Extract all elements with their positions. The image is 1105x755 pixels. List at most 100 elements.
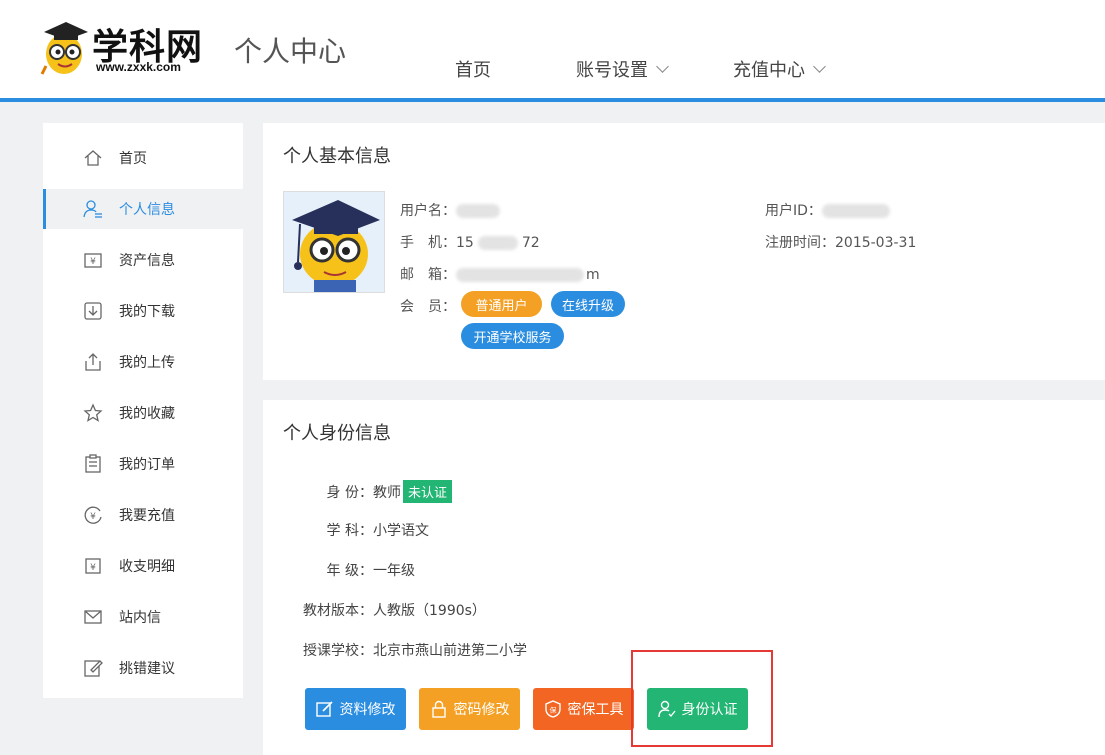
school-service-button[interactable]: 开通学校服务: [461, 323, 564, 349]
sidebar-item-label: 我的收藏: [119, 406, 175, 422]
mail-icon: [83, 607, 103, 627]
upgrade-button[interactable]: 在线升级: [551, 291, 625, 317]
username-redacted: [456, 204, 500, 218]
userid-row: 用户ID：: [765, 200, 890, 220]
grade-value: 一年级: [373, 563, 415, 579]
phone-row: 手 机：15 72: [400, 232, 540, 252]
edit-icon: [83, 658, 103, 678]
mascot-logo-icon: [40, 22, 88, 75]
sidebar-item-messages[interactable]: 站内信: [43, 597, 243, 637]
chevron-down-icon: [813, 60, 826, 73]
sidebar-item-label: 我的上传: [119, 355, 175, 371]
sidebar-item-ledger[interactable]: ¥ 收支明细: [43, 546, 243, 586]
sidebar-item-label: 首页: [119, 151, 147, 167]
grade-row: 年 级：一年级: [303, 560, 415, 580]
sidebar-item-label: 我的订单: [119, 457, 175, 473]
avatar[interactable]: [283, 191, 385, 293]
change-password-button[interactable]: 密码修改: [419, 688, 520, 730]
email-row: 邮 箱： m: [400, 264, 600, 284]
nav-account-label: 账号设置: [576, 60, 648, 81]
subject-value: 小学语文: [373, 523, 429, 539]
member-label: 会 员：: [400, 299, 456, 315]
userid-label: 用户ID：: [765, 203, 822, 219]
sidebar-item-orders[interactable]: 我的订单: [43, 444, 243, 484]
unverified-badge: 未认证: [403, 480, 453, 503]
basic-info-title: 个人基本信息: [283, 146, 391, 167]
sidebar-item-label: 挑错建议: [119, 661, 175, 677]
sidebar-item-label: 资产信息: [119, 253, 175, 269]
top-header: 学科网 www.zxxk.com 个人中心 首页 账号设置 充值中心: [0, 0, 1105, 98]
nav-account-settings[interactable]: 账号设置: [576, 56, 669, 82]
sidebar-item-label: 个人信息: [119, 202, 175, 218]
header-accent-line: [0, 98, 1105, 102]
ledger-icon: ¥: [83, 556, 103, 576]
nav-recharge-label: 充值中心: [733, 60, 805, 81]
subject-key: 学 科：: [326, 523, 373, 539]
svg-text:¥: ¥: [90, 512, 96, 522]
chevron-down-icon: [656, 60, 669, 73]
regtime-label: 注册时间：: [765, 235, 835, 251]
sidebar-item-recharge[interactable]: ¥ 我要充值: [43, 495, 243, 535]
member-row: 会 员：: [400, 296, 456, 316]
email-end: m: [586, 267, 600, 283]
nav-home-label: 首页: [455, 60, 491, 81]
regtime-row: 注册时间：2015-03-31: [765, 232, 916, 252]
phone-start: 15: [456, 235, 474, 251]
subject-row: 学 科：小学语文: [303, 520, 429, 540]
shield-icon: 保: [544, 700, 561, 718]
logo-url: www.zxxk.com: [96, 60, 181, 74]
svg-text:保: 保: [549, 706, 556, 715]
phone-end: 72: [521, 235, 540, 251]
textbook-value: 人教版（1990s）: [373, 603, 486, 619]
regtime-value: 2015-03-31: [835, 235, 917, 251]
mascot-avatar-icon: [284, 192, 384, 292]
recharge-icon: ¥: [83, 505, 103, 525]
username-label: 用户名：: [400, 203, 456, 219]
textbook-row: 教材版本：人教版（1990s）: [303, 600, 486, 620]
identity-key: 身 份：: [326, 485, 373, 501]
security-tool-label: 密保工具: [567, 702, 624, 718]
home-icon: [83, 148, 103, 168]
identity-value: 教师: [373, 485, 401, 501]
nav-home[interactable]: 首页: [455, 56, 491, 82]
security-tool-button[interactable]: 保 密保工具: [533, 688, 634, 730]
edit-icon: [315, 701, 333, 717]
sidebar-item-feedback[interactable]: 挑错建议: [43, 648, 243, 688]
upload-icon: [83, 352, 103, 372]
page-title: 个人中心: [234, 35, 347, 68]
sidebar-item-favorites[interactable]: 我的收藏: [43, 393, 243, 433]
lock-icon: [431, 700, 446, 718]
user-icon: [83, 199, 103, 219]
sidebar: 首页 个人信息 ¥ 资产信息 我的下载 我的上传 我的收藏 我的订单 ¥ 我要充…: [43, 123, 243, 698]
sidebar-item-label: 站内信: [119, 610, 161, 626]
nav-recharge-center[interactable]: 充值中心: [733, 56, 826, 82]
svg-text:¥: ¥: [90, 257, 96, 267]
userid-redacted: [821, 204, 890, 218]
phone-redacted: [477, 236, 518, 250]
download-icon: [83, 301, 103, 321]
sidebar-item-label: 我的下载: [119, 304, 175, 320]
textbook-key: 教材版本：: [303, 603, 373, 619]
sidebar-item-downloads[interactable]: 我的下载: [43, 291, 243, 331]
sidebar-item-home[interactable]: 首页: [43, 138, 243, 178]
username-row: 用户名：: [400, 200, 500, 220]
order-icon: [83, 454, 103, 474]
edit-profile-label: 资料修改: [339, 702, 396, 718]
email-label: 邮 箱：: [400, 267, 456, 283]
school-value: 北京市燕山前进第二小学: [373, 643, 527, 659]
member-level-tag: 普通用户: [461, 291, 542, 317]
sidebar-item-uploads[interactable]: 我的上传: [43, 342, 243, 382]
sidebar-item-personal-info[interactable]: 个人信息: [43, 189, 243, 229]
school-key: 授课学校：: [303, 643, 373, 659]
sidebar-item-label: 收支明细: [119, 559, 175, 575]
svg-text:¥: ¥: [90, 563, 96, 573]
edit-profile-button[interactable]: 资料修改: [305, 688, 406, 730]
basic-info-panel: 个人基本信息 用户名： 手 机：15 72 邮 箱： m 会 员： 普通用户 在线升…: [263, 123, 1105, 380]
phone-label: 手 机：: [400, 235, 456, 251]
identity-info-title: 个人身份信息: [283, 423, 391, 444]
school-row: 授课学校：北京市燕山前进第二小学: [303, 640, 527, 660]
sidebar-item-label: 我要充值: [119, 508, 175, 524]
sidebar-item-assets[interactable]: ¥ 资产信息: [43, 240, 243, 280]
identity-row: 身 份：教师 未认证: [303, 480, 453, 503]
wallet-icon: ¥: [83, 250, 103, 270]
